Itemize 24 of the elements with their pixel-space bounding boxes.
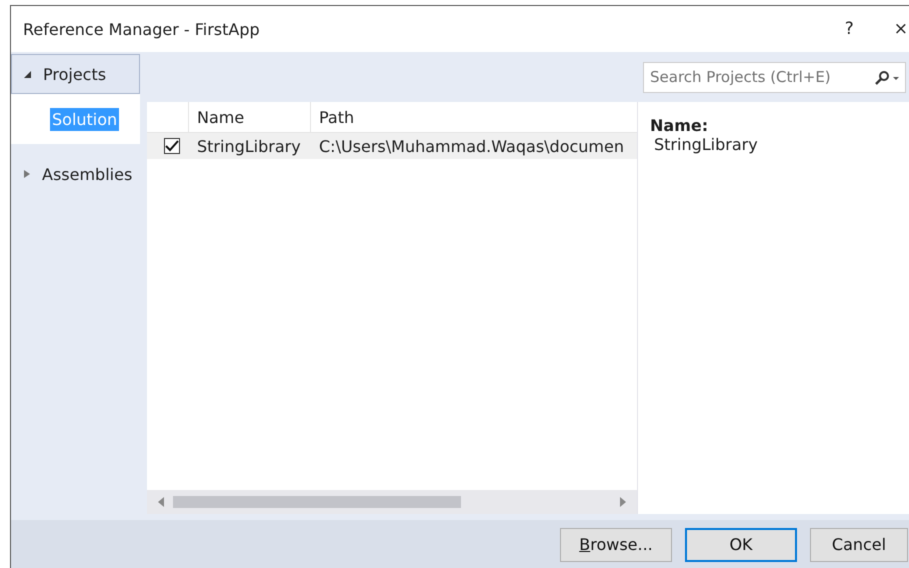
dialog-button[interactable]: Browse... [560,528,672,562]
close-button[interactable]: × [894,19,908,39]
column-header[interactable]: Path [311,102,637,132]
scroll-left-icon[interactable] [157,497,165,507]
dialog-button[interactable]: OK [685,528,797,562]
column-header[interactable]: Name [189,102,311,132]
sidebar-item[interactable]: Assemblies [11,154,140,194]
sidebar-item[interactable]: Projects [11,54,140,94]
search-field[interactable]: Search Projects (Ctrl+E) [643,62,906,92]
search-icon[interactable] [874,70,900,84]
table-row[interactable]: StringLibrary C:\Users\Muhammad.Waqas\documen [147,133,637,159]
checkbox[interactable] [164,138,180,154]
table-cell-text: StringLibrary [196,136,302,158]
help-button[interactable]: ? [844,19,854,39]
table-cell-text: C:\Users\Muhammad.Waqas\documen [318,136,625,158]
collapsed-triangle-icon[interactable] [24,170,30,178]
expanded-triangle-icon[interactable] [24,70,31,78]
dialog-button[interactable]: Cancel [810,528,908,562]
detail-label: Name: [650,116,710,135]
scrollbar-thumb[interactable] [173,496,461,508]
horizontal-scrollbar[interactable] [147,490,637,514]
detail-value: StringLibrary [653,135,759,154]
scroll-right-icon[interactable] [619,497,627,507]
window-title: Reference Manager - FirstApp [23,20,261,38]
